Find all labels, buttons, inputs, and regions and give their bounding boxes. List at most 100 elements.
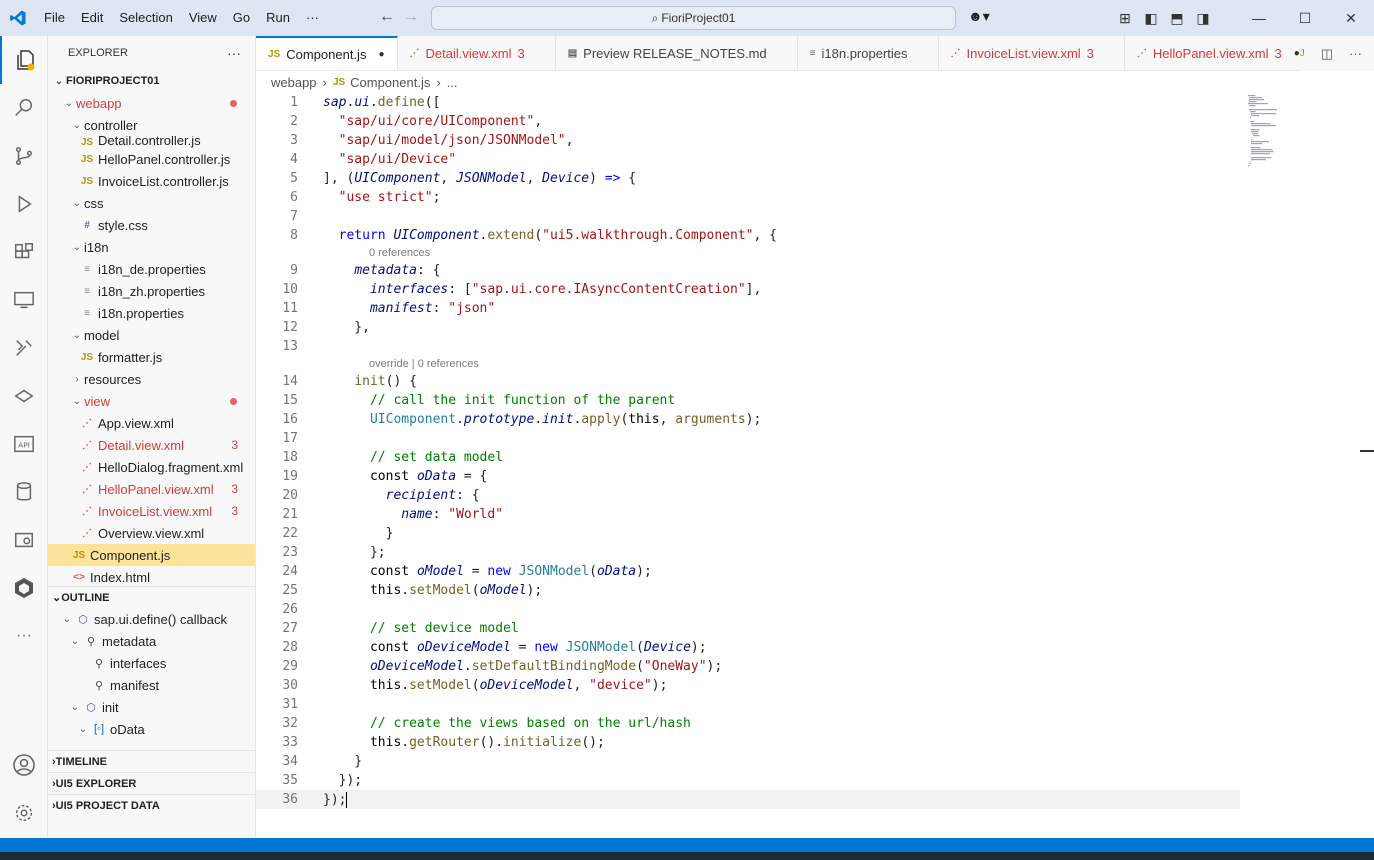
account-icon[interactable]	[0, 741, 48, 789]
html-file-icon: <>	[73, 571, 85, 583]
codelens-references[interactable]: override | 0 references	[256, 356, 1374, 372]
tree-item-hellopanel-view-xml[interactable]: ⋰ HelloPanel.view.xml 3	[48, 478, 255, 500]
breadcrumb-folder[interactable]: webapp	[271, 75, 317, 90]
line-number: 18	[282, 450, 298, 465]
tree-item-hellopanel-controller-js[interactable]: JS HelloPanel.controller.js	[48, 148, 255, 170]
code-editor[interactable]: 1 sap.ui.define([2 "sap/ui/core/UICompone…	[256, 93, 1374, 838]
deploy-icon[interactable]	[0, 372, 48, 420]
tree-item-view[interactable]: ⌄ view	[48, 390, 255, 412]
tools-icon[interactable]	[0, 324, 48, 372]
chevron-down-icon: ⌄	[72, 197, 82, 209]
tree-item-app-view-xml[interactable]: ⋰ App.view.xml	[48, 412, 255, 434]
sap-fiori-icon[interactable]	[0, 564, 48, 612]
section-timeline[interactable]: › TIMELINE	[48, 750, 255, 772]
toggle-panel-icon[interactable]: ⬒	[1164, 10, 1190, 27]
tree-item-hellodialog-fragment-xml[interactable]: ⋰ HelloDialog.fragment.xml	[48, 456, 255, 478]
menu-item-go[interactable]: Go	[225, 0, 258, 36]
minimize-button[interactable]: —	[1236, 10, 1282, 26]
outline-item-interfaces[interactable]: ⚲ interfaces	[48, 652, 255, 674]
close-button[interactable]: ✕	[1328, 10, 1374, 27]
tab-detail-view-xml[interactable]: ⋰ Detail.view.xml 3	[398, 36, 556, 70]
tab-preview-release-notes-md[interactable]: ▤ Preview RELEASE_NOTES.md	[556, 36, 798, 70]
settings-gear-icon[interactable]	[0, 789, 48, 837]
tree-item-webapp[interactable]: ⌄ webapp	[48, 92, 255, 114]
breadcrumb-tail[interactable]: ...	[447, 75, 458, 90]
tree-item-index-html[interactable]: <> Index.html	[48, 566, 255, 586]
database-icon[interactable]	[0, 468, 48, 516]
outline-item-manifest[interactable]: ⚲ manifest	[48, 674, 255, 696]
more-actions-icon[interactable]: ···	[1349, 46, 1362, 61]
line-content: });	[298, 791, 348, 808]
run-debug-icon[interactable]	[0, 180, 48, 228]
storyboard-icon[interactable]	[0, 516, 48, 564]
more-actions-icon[interactable]: ···	[227, 45, 241, 61]
tree-item-i18n-zh-properties[interactable]: ≡ i18n_zh.properties	[48, 280, 255, 302]
code-token: ,	[526, 171, 543, 186]
tree-item-i18n-properties[interactable]: ≡ i18n.properties	[48, 302, 255, 324]
command-center-search[interactable]: ⌕ FioriProject01	[431, 6, 956, 30]
tab-invoicelist-view-xml[interactable]: ⋰ InvoiceList.view.xml 3	[939, 36, 1125, 70]
copilot-icon[interactable]: ☻▾	[968, 8, 990, 25]
api-icon[interactable]: API	[0, 420, 48, 468]
minimap-line	[1251, 157, 1272, 159]
tree-item-label: App.view.xml	[98, 415, 174, 431]
forward-arrow-icon[interactable]: →	[399, 8, 423, 26]
tree-item-invoicelist-controller-js[interactable]: JS InvoiceList.controller.js	[48, 170, 255, 192]
minimap[interactable]	[1245, 93, 1305, 173]
tab-i18n-properties[interactable]: ≡ i18n.properties	[798, 36, 939, 70]
menu-item-run[interactable]: Run	[258, 0, 298, 36]
minimap-line	[1252, 133, 1258, 135]
toggle-secondary-sidebar-icon[interactable]: ◨	[1190, 10, 1216, 27]
project-root[interactable]: ⌄ FIORIPROJECT01	[48, 70, 255, 92]
tree-item-component-js[interactable]: JS Component.js	[48, 544, 255, 566]
tree-item-i18n[interactable]: ⌄ i18n	[48, 236, 255, 258]
outline-item-odata[interactable]: ⌄ [◦] oData	[48, 718, 255, 740]
source-control-icon[interactable]	[0, 132, 48, 180]
code-token: JSONModel	[456, 171, 527, 186]
tree-item-model[interactable]: ⌄ model	[48, 324, 255, 346]
remote-explorer-icon[interactable]	[0, 276, 48, 324]
section-ui5-explorer[interactable]: › UI5 EXPLORER	[48, 772, 255, 794]
outline-item-metadata[interactable]: ⌄ ⚲ metadata	[48, 630, 255, 652]
code-token: },	[323, 320, 370, 335]
outline-item-sap-ui-define-callback[interactable]: ⌄ ⬡ sap.ui.define() callback	[48, 608, 255, 630]
tree-item-resources[interactable]: › resources	[48, 368, 255, 390]
split-editor-icon[interactable]: ◫	[1321, 46, 1333, 62]
unsaved-dot-icon[interactable]: ●	[378, 49, 384, 60]
outline-section-header[interactable]: ⌄ OUTLINE	[48, 586, 255, 608]
section-ui5-project-data[interactable]: › UI5 PROJECT DATA	[48, 794, 255, 816]
search-icon[interactable]	[0, 84, 48, 132]
menu-item-file[interactable]: File	[36, 0, 73, 36]
maximize-button[interactable]: ☐	[1282, 10, 1328, 27]
code-token: "use strict"	[338, 190, 433, 205]
tree-item-label: i18n_zh.properties	[98, 283, 205, 299]
outline-item-init[interactable]: ⌄ ⬡ init	[48, 696, 255, 718]
menu-item-selection[interactable]: Selection	[111, 0, 180, 36]
explorer-icon[interactable]	[0, 36, 48, 84]
tree-item-overview-view-xml[interactable]: ⋰ Overview.view.xml	[48, 522, 255, 544]
tree-item-style-css[interactable]: # style.css	[48, 214, 255, 236]
tree-item-detail-view-xml[interactable]: ⋰ Detail.view.xml 3	[48, 434, 255, 456]
more-icon[interactable]: ···	[0, 612, 48, 660]
tree-item-detail-controller-js[interactable]: JS Detail.controller.js	[48, 136, 255, 148]
code-token: .	[401, 678, 410, 693]
menu-item-edit[interactable]: Edit	[73, 0, 111, 36]
menu-item-[interactable]: ···	[298, 0, 327, 36]
toggle-primary-sidebar-icon[interactable]: ◧	[1138, 10, 1164, 27]
tree-item-formatter-js[interactable]: JS formatter.js	[48, 346, 255, 368]
extensions-icon[interactable]	[0, 228, 48, 276]
tree-item-i18n-de-properties[interactable]: ≡ i18n_de.properties	[48, 258, 255, 280]
breadcrumb-file[interactable]: Component.js	[350, 75, 430, 90]
codelens-references[interactable]: 0 references	[256, 245, 1374, 261]
menu-item-view[interactable]: View	[181, 0, 225, 36]
outline-item-recipient[interactable]	[48, 740, 255, 746]
tab-component-js[interactable]: JS Component.js ●	[256, 36, 398, 70]
line-number: 3	[290, 133, 298, 148]
tree-item-css[interactable]: ⌄ css	[48, 192, 255, 214]
customize-layout-icon[interactable]: ⊞	[1112, 10, 1138, 27]
line-content: }	[298, 526, 394, 541]
tab-hellopanel-view-xml[interactable]: ⋰ HelloPanel.view.xml 3 ●	[1125, 36, 1313, 70]
tree-item-invoicelist-view-xml[interactable]: ⋰ InvoiceList.view.xml 3	[48, 500, 255, 522]
tree-item-controller[interactable]: ⌄ controller	[48, 114, 255, 136]
back-arrow-icon[interactable]: ←	[375, 8, 399, 26]
